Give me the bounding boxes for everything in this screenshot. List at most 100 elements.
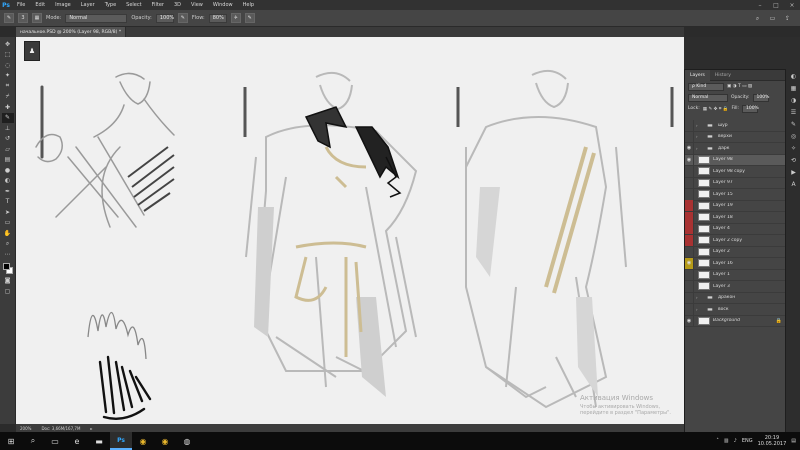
file-explorer-icon[interactable]: ▬ [88,432,110,450]
search-icon[interactable]: ⌕ [753,14,762,23]
zoom-level[interactable]: 200% [20,426,31,431]
paths-panel-icon[interactable]: ✧ [789,144,799,153]
app-icon[interactable]: ◍ [176,432,198,450]
expand-chevron-icon[interactable]: › [696,134,701,139]
layer-row[interactable]: Layer 97 [685,177,785,189]
maximize-icon[interactable]: □ [768,0,784,10]
layer-row[interactable]: ◉ › ▬ дарк [685,142,785,155]
status-arrow-icon[interactable]: ▸ [90,426,92,431]
layer-row[interactable]: ◉ Layer 98 [685,154,785,166]
flow-field[interactable]: 80% [208,13,227,23]
menu-item-image[interactable]: Image [50,2,76,8]
menu-item-window[interactable]: Window [208,2,238,8]
edge-browser-icon[interactable]: e [66,432,88,450]
foreground-color-swatch[interactable] [2,262,10,270]
visibility-eye-icon[interactable]: ◉ [685,154,694,166]
pen-tool-icon[interactable]: ✒ [2,186,14,197]
tray-up-icon[interactable]: ˄ [716,438,719,444]
lock-icons[interactable]: ▦ ✎ ✥ ⌗ 🔒 [703,106,729,112]
history-brush-tool-icon[interactable]: ↺ [2,134,14,145]
clock[interactable]: 20:19 10.05.2017 [758,435,787,447]
blur-tool-icon[interactable]: ● [2,165,14,176]
brushes-panel-icon[interactable]: ✎ [789,120,799,129]
visibility-eye-icon[interactable] [685,303,694,315]
healing-tool-icon[interactable]: ✚ [2,102,14,113]
menu-item-file[interactable]: File [12,2,30,8]
type-tool-icon[interactable]: T [2,197,14,208]
quick-mask-icon[interactable]: ◙ [2,276,14,287]
layer-row[interactable]: › ▬ верхи [685,131,785,143]
visibility-eye-icon[interactable]: ◉ [685,257,694,269]
expand-chevron-icon[interactable]: › [696,307,701,312]
tab-layers[interactable]: Layers [685,69,710,81]
clone-stamp-tool-icon[interactable]: ⊥ [2,123,14,134]
search-icon[interactable]: ⌕ [22,432,44,450]
visibility-eye-icon[interactable] [685,188,694,200]
layer-row[interactable]: Layer 18 [685,211,785,224]
gradient-tool-icon[interactable]: ▤ [2,155,14,166]
visibility-eye-icon[interactable] [685,177,694,189]
notifications-icon[interactable]: ▤ [791,438,796,444]
layer-row[interactable]: Layer 15 [685,188,785,201]
actions-panel-icon[interactable]: ▶ [789,168,799,177]
minimize-icon[interactable]: – [752,0,768,10]
visibility-eye-icon[interactable] [685,200,694,212]
pressure-opacity-icon[interactable]: ✎ [177,13,188,23]
mode-select[interactable]: Normal [65,13,128,23]
layer-row[interactable]: Layer 98 copy [685,165,785,178]
layer-row[interactable]: Layer 2 [685,246,785,258]
brush-tool-icon[interactable]: ✎ [4,13,14,23]
layer-row[interactable]: Layer 1 [685,269,785,281]
path-select-tool-icon[interactable]: ➤ [2,207,14,218]
layer-row[interactable]: › ▬ воск [685,303,785,316]
lasso-tool-icon[interactable]: ◌ [2,60,14,71]
menu-item-3d[interactable]: 3D [169,2,186,8]
marquee-tool-icon[interactable]: ⬚ [2,50,14,61]
layer-row[interactable]: ◉ Layer 16 [685,257,785,270]
expand-chevron-icon[interactable]: › [696,295,701,300]
properties-panel-icon[interactable]: ☰ [789,108,799,117]
chrome-icon[interactable]: ◉ [132,432,154,450]
visibility-eye-icon[interactable] [685,280,694,292]
visibility-eye-icon[interactable] [685,119,694,131]
document-tab[interactable]: начальное.PSD @ 200% (Layer 98, RGB/8) * [16,27,126,37]
filter-icons[interactable]: ▣ ◑ T ▭ ▨ [727,84,752,89]
tab-history[interactable]: History [710,70,736,81]
layer-row[interactable]: ◉ Background 🔒 [685,315,785,327]
pressure-size-icon[interactable]: ✎ [244,13,255,23]
visibility-eye-icon[interactable] [685,269,694,281]
task-view-icon[interactable]: ▭ [44,432,66,450]
visibility-eye-icon[interactable] [685,131,694,143]
character-panel-icon[interactable]: A [789,180,799,189]
channels-panel-icon[interactable]: ◎ [789,132,799,141]
close-icon[interactable]: × [784,0,800,10]
menu-item-help[interactable]: Help [238,2,259,8]
layer-row[interactable]: Layer 2 copy [685,234,785,247]
layer-row[interactable]: Layer 4 [685,223,785,235]
zoom-tool-icon[interactable]: ⌕ [2,239,14,250]
shape-tool-icon[interactable]: ▭ [2,218,14,229]
navigator-thumb-icon[interactable]: ♟ [24,41,40,61]
language-indicator[interactable]: ENG [742,438,753,444]
menu-item-edit[interactable]: Edit [30,2,50,8]
chrome-icon-2[interactable]: ◉ [154,432,176,450]
hand-tool-icon[interactable]: ✋ [2,228,14,239]
visibility-eye-icon[interactable]: ◉ [685,315,694,327]
photoshop-taskbar-icon[interactable]: Ps [110,432,132,450]
crop-tool-icon[interactable]: ⌗ [2,81,14,92]
blend-mode-select[interactable]: Normal [688,93,728,102]
expand-chevron-icon[interactable]: › [696,123,701,128]
workspace-icon[interactable]: ▭ [768,14,777,23]
menu-item-layer[interactable]: Layer [76,2,100,8]
visibility-eye-icon[interactable] [685,165,694,177]
history-panel-icon[interactable]: ⟲ [789,156,799,165]
windows-start-icon[interactable]: ⊞ [0,432,22,450]
layer-row[interactable]: Layer 19 [685,200,785,212]
brush-panel-icon[interactable]: ▦ [32,13,42,23]
dodge-tool-icon[interactable]: ◐ [2,176,14,187]
fill-field[interactable]: 100% [741,104,759,113]
canvas[interactable]: ♟ Активация Windows Чтобы активировать W… [16,37,684,424]
layer-row[interactable]: Layer 3 [685,280,785,293]
menu-item-view[interactable]: View [186,2,208,8]
adjustments-panel-icon[interactable]: ◑ [789,96,799,105]
